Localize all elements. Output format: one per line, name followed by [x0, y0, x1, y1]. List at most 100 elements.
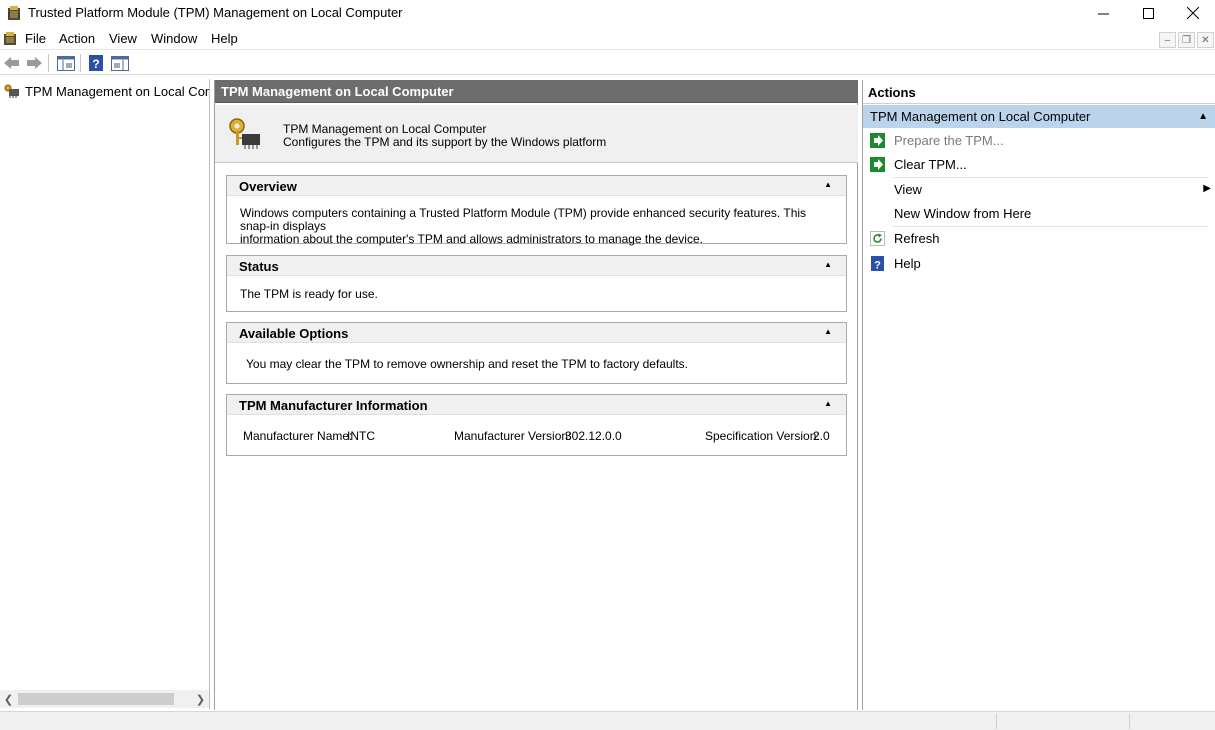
green-arrow-icon	[870, 133, 885, 148]
mdi-restore-button[interactable]: ❐	[1178, 32, 1195, 48]
title-bar: Trusted Platform Module (TPM) Management…	[0, 0, 1215, 26]
close-icon: ✕	[1201, 34, 1210, 46]
tree-horizontal-scrollbar[interactable]: ❮ ❯	[0, 690, 209, 708]
scrollbar-thumb[interactable]	[18, 693, 174, 705]
status-section: Status ▲ The TPM is ready for use.	[226, 255, 847, 312]
action-label: Clear TPM...	[894, 157, 967, 172]
tree-item-label: TPM Management on Local Comp	[25, 83, 210, 99]
status-section-header[interactable]: Status ▲	[227, 256, 846, 276]
action-pane-icon	[111, 55, 129, 71]
back-button[interactable]	[2, 53, 22, 73]
maximize-icon	[1142, 7, 1154, 19]
overview-section-header[interactable]: Overview ▲	[227, 176, 846, 196]
actions-pane-header: Actions	[863, 80, 1215, 104]
snapin-title: TPM Management on Local Computer	[283, 122, 487, 136]
specification-version-label: Specification Version:	[705, 429, 820, 443]
action-label: Prepare the TPM...	[894, 133, 1004, 148]
status-text: The TPM is ready for use.	[240, 287, 378, 301]
svg-text:?: ?	[874, 260, 881, 272]
action-new-window-from-here[interactable]: New Window from Here	[863, 202, 1213, 226]
menu-window[interactable]: Window	[149, 31, 199, 46]
action-help[interactable]: ? Help	[863, 252, 1213, 276]
collapse-caret-icon[interactable]: ▲	[824, 260, 832, 269]
actions-group-title: TPM Management on Local Computer	[870, 109, 1091, 124]
overview-text-line-1: Windows computers containing a Trusted P…	[240, 206, 807, 233]
menu-help[interactable]: Help	[209, 31, 240, 46]
specification-version-value: 2.0	[813, 429, 830, 443]
close-icon	[1187, 7, 1199, 19]
collapse-caret-icon[interactable]: ▲	[1198, 111, 1208, 122]
close-button[interactable]	[1170, 0, 1215, 26]
green-arrow-icon	[870, 157, 885, 172]
snapin-description: Configures the TPM and its support by th…	[283, 135, 607, 149]
overview-section: Overview ▲ Windows computers containing …	[226, 175, 847, 246]
status-bar-separator	[1129, 714, 1130, 729]
show-hide-action-pane-button[interactable]	[110, 53, 130, 73]
help-icon: ?	[89, 55, 103, 71]
help-icon: ?	[871, 256, 884, 272]
mdi-minimize-button[interactable]: ‒	[1159, 32, 1176, 48]
status-bar-separator	[996, 714, 997, 729]
status-title: Status	[239, 259, 279, 274]
minimize-icon: ‒	[1164, 34, 1171, 46]
restore-icon: ❐	[1182, 34, 1191, 46]
window-title: Trusted Platform Module (TPM) Management…	[28, 5, 403, 20]
actions-group-header[interactable]: TPM Management on Local Computer ▲	[863, 105, 1215, 128]
refresh-icon	[870, 231, 885, 246]
action-label: Help	[894, 256, 921, 271]
maximize-button[interactable]	[1125, 0, 1171, 26]
menu-view[interactable]: View	[107, 31, 139, 46]
mmc-system-menu-icon[interactable]	[3, 31, 17, 46]
manufacturer-version-value: 302.12.0.0	[565, 429, 622, 443]
toolbar-separator	[80, 54, 81, 72]
scroll-right-icon[interactable]: ❯	[192, 690, 209, 708]
forward-arrow-icon	[27, 57, 42, 69]
back-arrow-icon	[4, 57, 19, 69]
actions-pane: Actions TPM Management on Local Computer…	[862, 80, 1215, 710]
manufacturer-name-value: INTC	[347, 429, 375, 443]
action-prepare-tpm[interactable]: Prepare the TPM...	[863, 129, 1213, 153]
center-pane-header: TPM Management on Local Computer	[215, 80, 858, 103]
snapin-description-banner: TPM Management on Local Computer Configu…	[215, 105, 858, 163]
action-label: View	[894, 182, 922, 197]
available-options-section-header[interactable]: Available Options ▲	[227, 323, 846, 343]
toolbar-separator	[48, 54, 49, 72]
minimize-button[interactable]	[1080, 0, 1126, 26]
status-bar	[0, 711, 1215, 730]
action-label: Refresh	[894, 231, 940, 246]
action-label: New Window from Here	[894, 206, 1032, 221]
manufacturer-name-label: Manufacturer Name:	[243, 429, 353, 443]
available-options-section: Available Options ▲ You may clear the TP…	[226, 322, 847, 384]
center-details-pane: TPM Management on Local Computer TPM Man…	[214, 80, 858, 710]
scroll-left-icon[interactable]: ❮	[0, 690, 17, 708]
collapse-caret-icon[interactable]: ▲	[824, 180, 832, 189]
tpm-chip-key-icon	[229, 118, 260, 149]
collapse-caret-icon[interactable]: ▲	[824, 399, 832, 408]
collapse-caret-icon[interactable]: ▲	[824, 327, 832, 336]
action-refresh[interactable]: Refresh	[863, 227, 1213, 251]
help-toolbar-button[interactable]: ?	[86, 53, 106, 73]
menu-file[interactable]: File	[23, 31, 48, 46]
console-tree-icon	[57, 55, 75, 71]
manufacturer-version-label: Manufacturer Version:	[454, 429, 572, 443]
console-tree-pane: TPM Management on Local Comp ❮ ❯	[0, 79, 210, 709]
svg-text:?: ?	[92, 57, 99, 71]
mdi-close-button[interactable]: ✕	[1197, 32, 1214, 48]
action-view[interactable]: View ▶	[863, 178, 1213, 202]
tree-item-tpm-management[interactable]: TPM Management on Local Comp	[4, 82, 210, 100]
manufacturer-info-title: TPM Manufacturer Information	[239, 398, 428, 413]
available-options-title: Available Options	[239, 326, 349, 341]
menu-action[interactable]: Action	[57, 31, 97, 46]
available-options-text: You may clear the TPM to remove ownershi…	[246, 357, 688, 371]
tpm-key-icon	[4, 84, 19, 98]
action-clear-tpm[interactable]: Clear TPM...	[863, 153, 1213, 177]
tpm-app-icon	[8, 6, 20, 20]
forward-button[interactable]	[24, 53, 44, 73]
show-hide-console-tree-button[interactable]	[56, 53, 76, 73]
submenu-arrow-icon: ▶	[1203, 183, 1211, 194]
minimize-icon	[1097, 13, 1109, 14]
overview-text-line-2: information about the computer's TPM and…	[240, 232, 703, 246]
manufacturer-info-section: TPM Manufacturer Information ▲ Manufactu…	[226, 394, 847, 456]
manufacturer-info-section-header[interactable]: TPM Manufacturer Information ▲	[227, 395, 846, 415]
menu-bar: File Action View Window Help ‒ ❐ ✕	[0, 28, 1215, 50]
